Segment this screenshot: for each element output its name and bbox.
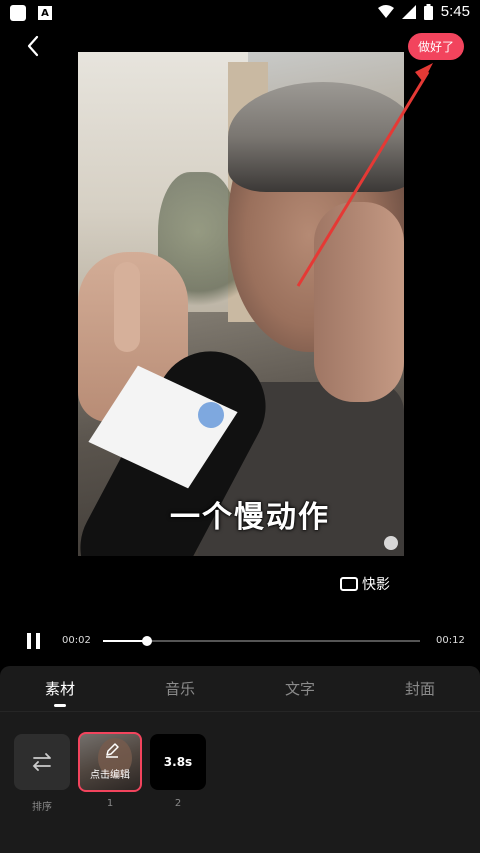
video-preview[interactable]: 一个慢动作 bbox=[78, 52, 404, 556]
wifi-icon bbox=[377, 4, 394, 18]
sort-button[interactable] bbox=[14, 734, 70, 790]
swap-arrows-icon bbox=[32, 753, 51, 771]
video-subtitle: 一个慢动作 bbox=[170, 500, 330, 535]
sort-label: 排序 bbox=[32, 802, 52, 813]
progress-thumb[interactable] bbox=[142, 636, 153, 646]
tab-material[interactable]: 素材 bbox=[0, 666, 120, 711]
clip-thumbnail-1[interactable]: 点击编辑 bbox=[78, 732, 142, 792]
clip-number-1: 1 bbox=[106, 798, 114, 809]
clip-edit-label: 点击编辑 bbox=[90, 770, 130, 781]
kuaiying-label: 快影 bbox=[362, 577, 390, 593]
person-hand bbox=[314, 202, 404, 402]
person-hair bbox=[228, 82, 404, 192]
clip-duration: 3.8s bbox=[163, 755, 193, 769]
battery-icon bbox=[423, 3, 433, 20]
current-time: 00:02 bbox=[62, 635, 91, 646]
edit-pencil-icon bbox=[106, 743, 119, 758]
player-bar: 00:02 00:12 bbox=[0, 626, 480, 656]
clip-number-2: 2 bbox=[174, 798, 182, 809]
status-time: 5:45 bbox=[440, 3, 470, 20]
back-button[interactable] bbox=[22, 34, 46, 58]
total-time: 00:12 bbox=[436, 635, 465, 646]
square-app-icon bbox=[10, 5, 26, 21]
progress-slider[interactable] bbox=[103, 636, 420, 646]
raised-finger bbox=[114, 262, 140, 352]
video-camera-icon bbox=[340, 577, 358, 591]
bottom-panel: 素材 音乐 文字 封面 排序 点击编辑 1 3.8s 2 bbox=[0, 666, 480, 853]
pause-icon-bar bbox=[36, 633, 40, 649]
kuaiying-watermark[interactable]: 快影 bbox=[340, 574, 390, 594]
pause-button[interactable] bbox=[27, 633, 43, 649]
tab-music[interactable]: 音乐 bbox=[120, 666, 240, 711]
tab-text[interactable]: 文字 bbox=[240, 666, 360, 711]
clip-thumbnail-2[interactable]: 3.8s bbox=[150, 734, 206, 790]
tab-bar: 素材 音乐 文字 封面 bbox=[0, 666, 480, 712]
tab-cover[interactable]: 封面 bbox=[360, 666, 480, 711]
clip-list: 排序 点击编辑 1 3.8s 2 bbox=[0, 732, 480, 824]
pause-icon bbox=[27, 633, 31, 649]
watermark-icon bbox=[384, 536, 398, 550]
done-button[interactable]: 做好了 bbox=[408, 33, 464, 60]
status-bar: A 5:45 bbox=[0, 0, 480, 26]
a-icon: A bbox=[38, 6, 52, 20]
signal-icon bbox=[401, 4, 416, 19]
progress-fill bbox=[103, 640, 148, 642]
chevron-left-icon bbox=[27, 35, 39, 57]
